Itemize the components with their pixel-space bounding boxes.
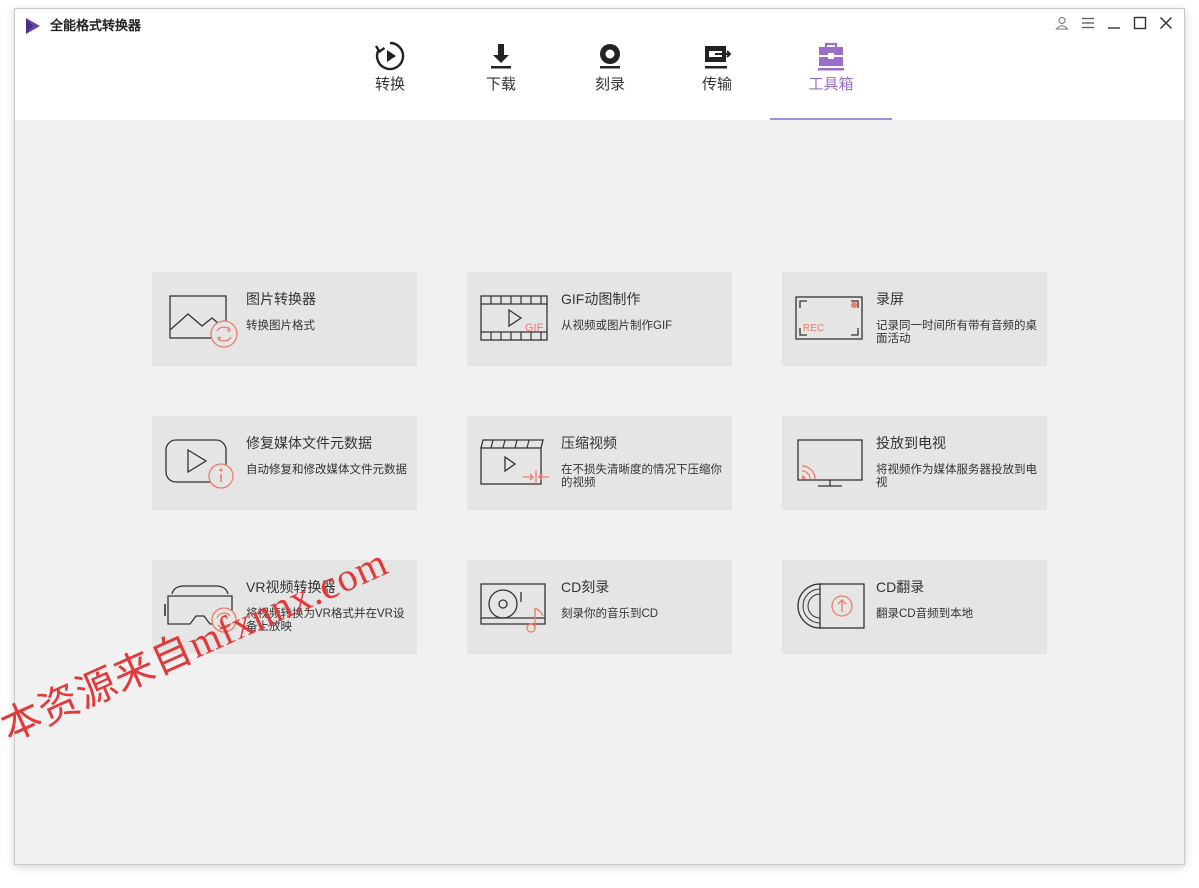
app-title: 全能格式转换器 (50, 18, 142, 33)
window-controls (1052, 13, 1176, 33)
convert-icon (373, 39, 407, 73)
metadata-icon (165, 439, 234, 489)
maximize-icon[interactable] (1130, 13, 1150, 33)
toolbox-icon (814, 39, 848, 73)
tool-video-compressor[interactable]: 压缩视频 在不损失清晰度的情况下压缩你的视频 (467, 416, 732, 510)
tab-download[interactable]: 下载 (480, 39, 522, 120)
tool-cd-ripper[interactable]: CD翻录 翻录CD音频到本地 (782, 560, 1047, 654)
compress-icon (480, 439, 549, 485)
user-icon[interactable] (1052, 13, 1072, 33)
screen-record-icon: REC (795, 296, 863, 340)
cd-burn-icon (480, 583, 546, 633)
transfer-icon (700, 39, 734, 73)
svg-text:GIF: GIF (525, 322, 544, 334)
tab-transfer[interactable]: 传输 (696, 39, 738, 120)
tool-cast-to-tv[interactable]: 投放到电视 将视频作为媒体服务器投放到电视 (782, 416, 1047, 510)
tv-cast-icon (797, 439, 863, 487)
disc-icon (593, 39, 627, 73)
app-window: 全能格式转换器 转换 下载 刻录 传输 工具箱 图片转换器 转换图片格式 GIF… (14, 8, 1185, 865)
tool-gif-maker[interactable]: GIF GIF动图制作 从视频或图片制作GIF (467, 272, 732, 366)
close-icon[interactable] (1156, 13, 1176, 33)
app-logo-icon (26, 18, 40, 34)
minimize-icon[interactable] (1104, 13, 1124, 33)
tool-metadata-fixer[interactable]: 修复媒体文件元数据 自动修复和修改媒体文件元数据 (152, 416, 417, 510)
toolbox-panel: 图片转换器 转换图片格式 GIF GIF动图制作 从视频或图片制作GIF REC… (15, 120, 1184, 864)
main-nav: 转换 下载 刻录 传输 工具箱 (15, 39, 1184, 120)
title-bar: 全能格式转换器 转换 下载 刻录 传输 工具箱 (15, 9, 1184, 120)
tool-image-converter[interactable]: 图片转换器 转换图片格式 (152, 272, 417, 366)
gif-maker-icon: GIF (480, 295, 548, 341)
tab-convert[interactable]: 转换 (369, 39, 411, 120)
menu-icon[interactable] (1078, 13, 1098, 33)
svg-text:REC: REC (803, 323, 824, 334)
tab-toolbox[interactable]: 工具箱 (770, 39, 892, 120)
cd-rip-icon (797, 583, 865, 629)
tab-burn[interactable]: 刻录 (589, 39, 631, 120)
tool-cd-burner[interactable]: CD刻录 刻录你的音乐到CD (467, 560, 732, 654)
image-converter-icon (169, 295, 238, 348)
tool-screen-recorder[interactable]: REC 录屏 记录同一时间所有带有音频的桌面活动 (782, 272, 1047, 366)
download-icon (484, 39, 518, 73)
